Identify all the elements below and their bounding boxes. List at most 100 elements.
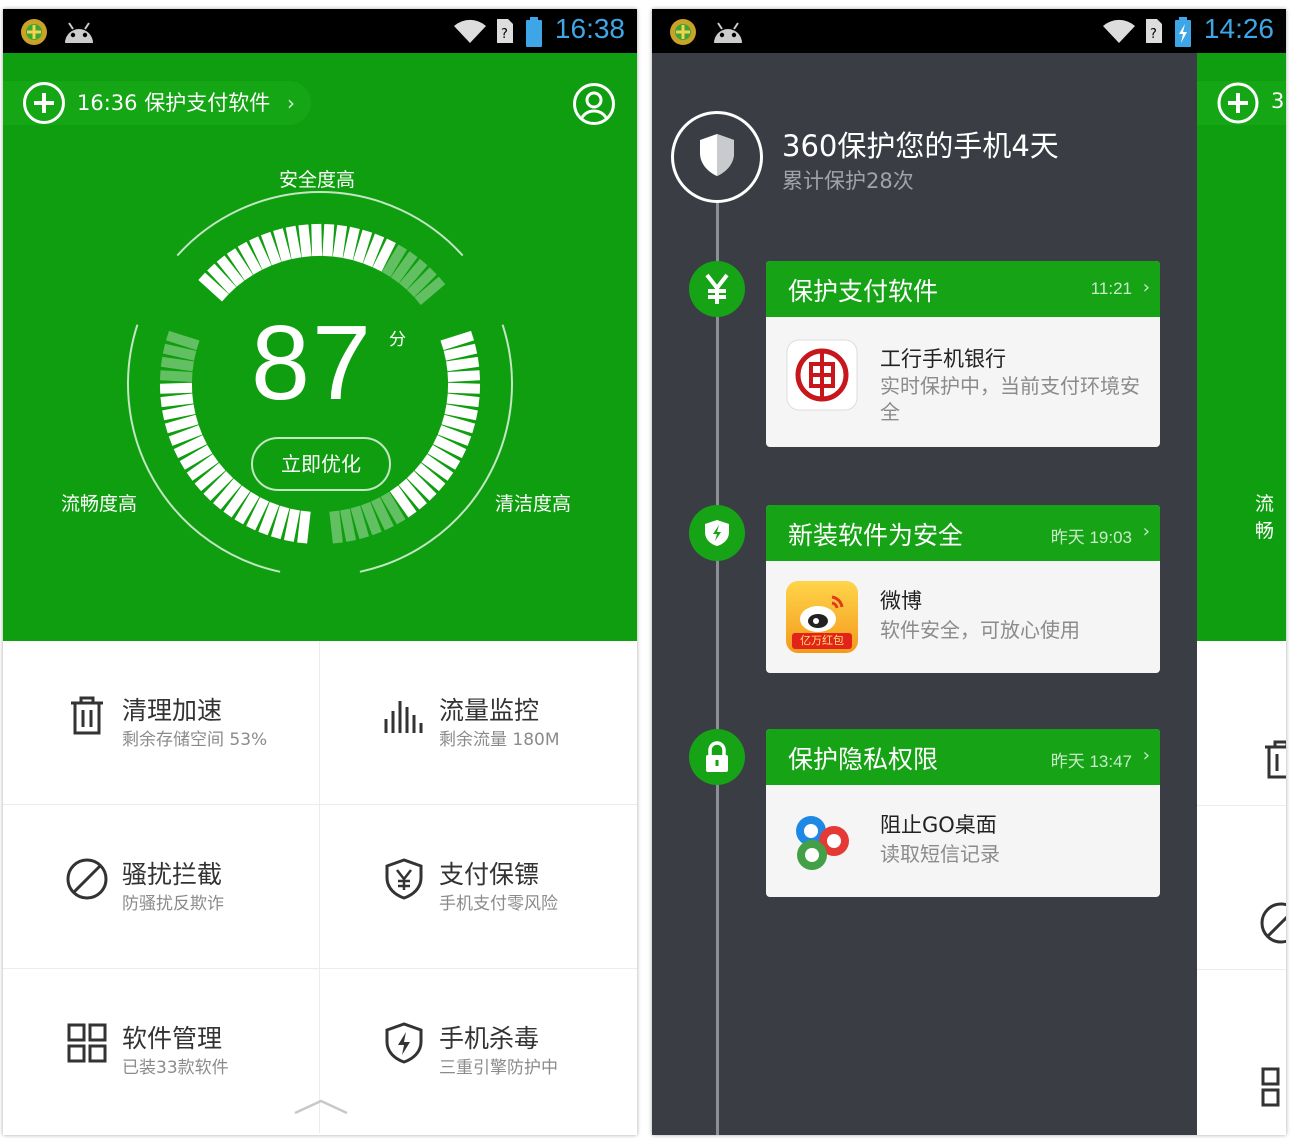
right-screen: ? 14:26 360保护您的手机4天 累计保护28次 保护支付软件 11:21…	[652, 9, 1286, 1135]
card-time: 昨天 19:03	[1050, 528, 1132, 547]
svg-text:?: ?	[501, 27, 508, 42]
gauge-segment	[298, 224, 312, 258]
gauge-segment	[441, 414, 476, 434]
bolt-shield-icon	[385, 1022, 423, 1064]
icbc-app-icon	[786, 339, 858, 411]
security-dashboard: 16:36 保护支付软件 › 安全度高 流畅度高 清洁度高 87 分 立即优化	[3, 53, 637, 641]
tile-cleanup[interactable]: 清理加速 剩余存储空间 53%	[3, 641, 320, 805]
app-name: 微博	[880, 589, 922, 613]
block-icon	[66, 858, 108, 900]
optimize-button[interactable]: 立即优化	[251, 437, 391, 491]
protection-days-title: 360保护您的手机4天	[782, 129, 1059, 163]
card-title: 新装软件为安全	[788, 521, 964, 550]
card-time: 11:21	[1090, 279, 1132, 298]
protection-count: 累计保护28次	[782, 169, 914, 193]
yen-shield-icon	[385, 858, 423, 900]
safety-score: 87	[251, 304, 373, 422]
gauge-segment	[447, 382, 481, 394]
card-title: 保护支付软件	[788, 277, 939, 306]
sim-icon: ?	[1146, 19, 1162, 43]
gauge-segment	[332, 224, 348, 258]
gauge-segment	[270, 505, 290, 540]
gauge-label-fluency: 流畅度高	[61, 493, 138, 515]
app-name: 阻止GO桌面	[880, 813, 997, 837]
gauge-segment	[273, 228, 292, 262]
gauge-segment	[159, 370, 193, 382]
protection-timeline-drawer: 360保护您的手机4天 累计保护28次 保护支付软件 11:21 › 工行手机银…	[652, 53, 1197, 1135]
gauge-segment	[283, 508, 300, 542]
left-screen: ? 16:38 16:36 保护支付软件 › 安全度高 流畅度高 清洁度高 87…	[3, 9, 637, 1135]
gauge-segment	[443, 343, 478, 361]
tile-subtitle: 已装33款软件	[122, 1058, 229, 1078]
app-status: 软件安全，可放心使用	[880, 618, 1080, 642]
tile-traffic[interactable]: 流量监控 剩余流量 180M	[320, 641, 637, 805]
app-notification-icon	[670, 19, 696, 45]
main-screen-peek[interactable]: 3 流畅	[1197, 53, 1286, 1135]
peek-green-header: 3 流畅	[1197, 53, 1286, 641]
tile-subtitle: 剩余流量 180M	[439, 730, 560, 750]
tile-apps[interactable]: 软件管理 已装33款软件	[3, 969, 320, 1133]
gauge-label-cleanliness: 清洁度高	[495, 493, 572, 515]
go-launcher-app-icon	[796, 816, 849, 870]
wifi-icon	[1103, 19, 1135, 43]
gauge-segment	[162, 404, 196, 421]
gauge-segment	[340, 508, 357, 542]
gauge-segment	[285, 225, 302, 260]
gauge-segment	[164, 414, 199, 434]
chevron-right-icon: ›	[1142, 277, 1150, 298]
trash-icon	[71, 696, 103, 735]
tile-title: 软件管理	[122, 1024, 223, 1053]
gauge-segment	[160, 356, 194, 372]
grid-icon	[1261, 1067, 1280, 1107]
gauge-segment	[160, 393, 194, 408]
feature-grid: 清理加速 剩余存储空间 53% 流量监控 剩余流量 180M 骚扰拦截 防骚扰反…	[3, 641, 637, 1135]
gauge-segment	[446, 393, 480, 408]
gauge-segment	[162, 343, 197, 361]
chevron-right-icon: ›	[1142, 745, 1150, 766]
trash-icon	[1265, 740, 1286, 779]
tile-subtitle: 剩余存储空间 53%	[122, 730, 268, 750]
battery-charging-icon	[1175, 17, 1191, 47]
android-icon	[714, 22, 742, 43]
card-time: 昨天 13:47	[1050, 752, 1132, 771]
bars-icon	[384, 701, 423, 733]
chevron-up-icon[interactable]	[293, 1097, 349, 1117]
tile-payment[interactable]: 支付保镖 手机支付零风险	[320, 805, 637, 969]
card-header: 新装软件为安全 昨天 19:03 ›	[766, 505, 1160, 561]
status-bar: ? 14:26	[652, 9, 1286, 53]
yen-icon	[689, 261, 745, 317]
sim-icon: ?	[497, 19, 513, 43]
event-card-new-app[interactable]: 新装软件为安全 昨天 19:03 › 亿万红包 微博 软件安全，可放心使用	[766, 505, 1160, 673]
tile-title: 流量监控	[439, 696, 540, 725]
tile-antivirus[interactable]: 手机杀毒 三重引擎防护中	[320, 969, 637, 1133]
lock-icon	[689, 729, 745, 785]
card-header: 保护隐私权限 昨天 13:47 ›	[766, 729, 1160, 785]
gauge-segment	[440, 330, 475, 351]
divider	[1197, 969, 1286, 970]
tile-subtitle: 防骚扰反欺诈	[122, 894, 224, 914]
event-card-privacy[interactable]: 保护隐私权限 昨天 13:47 › 阻止GO桌面 读取短信记录	[766, 729, 1160, 897]
tile-subtitle: 三重引擎防护中	[439, 1058, 558, 1078]
gauge-label-safety: 安全度高	[279, 169, 356, 191]
wifi-icon	[454, 19, 486, 43]
event-card-payment[interactable]: 保护支付软件 11:21 › 工行手机银行 实时保护中，当前支付环境安全	[766, 261, 1160, 447]
gauge-segment	[444, 404, 478, 421]
tile-title: 支付保镖	[439, 860, 540, 889]
gauge-segment	[297, 510, 311, 544]
grid-icon	[67, 1023, 107, 1063]
tile-harassment[interactable]: 骚扰拦截 防骚扰反欺诈	[3, 805, 320, 969]
gauge-segment	[165, 330, 200, 351]
gauge-segment	[447, 370, 481, 382]
card-header: 保护支付软件 11:21 ›	[766, 261, 1160, 317]
tile-title: 清理加速	[122, 696, 223, 725]
status-bar: ? 16:38	[3, 9, 637, 53]
gauge-segment	[311, 223, 323, 257]
weibo-app-icon: 亿万红包	[786, 581, 858, 653]
tile-title: 骚扰拦截	[122, 860, 223, 889]
peek-label: 流畅	[1255, 493, 1275, 542]
tile-subtitle: 手机支付零风险	[439, 894, 558, 914]
android-icon	[65, 22, 93, 43]
app-notification-icon	[21, 19, 47, 45]
timeline-line	[716, 198, 719, 1135]
app-status: 实时保护中，当前支付环境安全	[880, 374, 1140, 424]
